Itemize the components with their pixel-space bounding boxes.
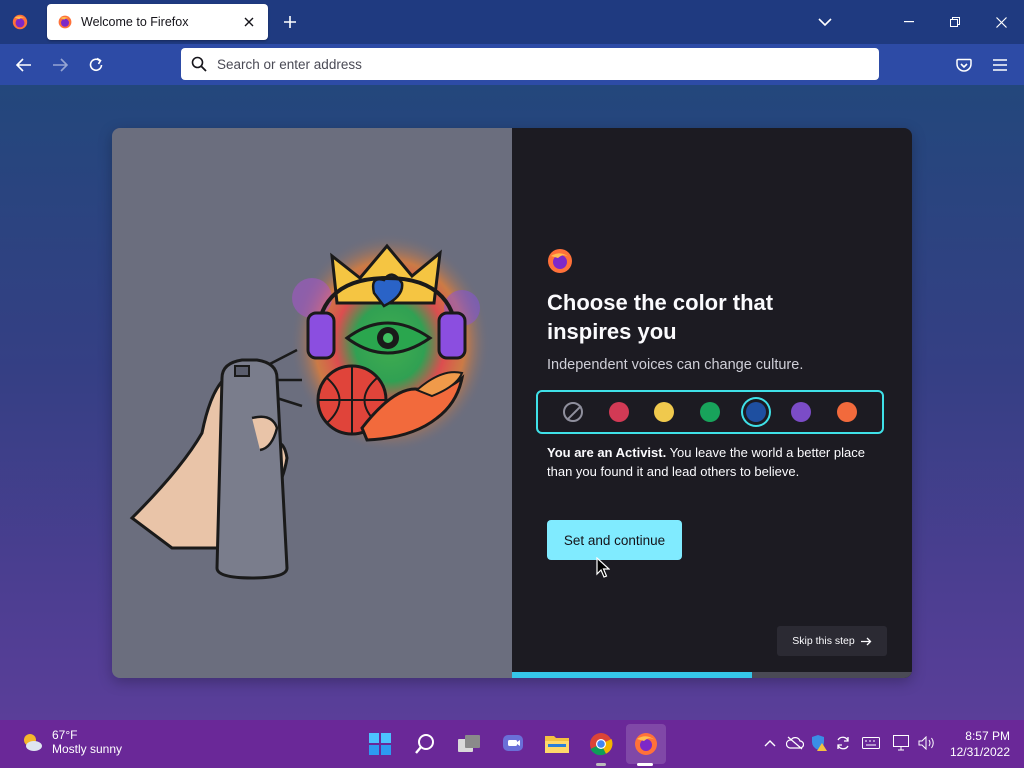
illustration-panel xyxy=(112,128,512,678)
colorway-description: You are an Activist. You leave the world… xyxy=(547,443,882,481)
navigation-bar xyxy=(0,44,1024,85)
color-swatch-group xyxy=(536,390,884,434)
address-bar[interactable] xyxy=(181,48,879,80)
chrome-icon[interactable] xyxy=(585,728,617,760)
task-view-icon[interactable] xyxy=(453,728,485,760)
swatch-red[interactable] xyxy=(608,402,629,422)
active-tab[interactable]: Welcome to Firefox xyxy=(47,4,268,40)
windows-start-icon[interactable] xyxy=(364,728,396,760)
hamburger-menu-icon[interactable] xyxy=(986,51,1014,79)
cloud-offline-icon[interactable] xyxy=(786,734,804,752)
firefox-logo-icon xyxy=(548,249,572,273)
pocket-icon[interactable] xyxy=(950,51,978,79)
firefox-favicon-icon xyxy=(58,15,72,29)
address-input[interactable] xyxy=(217,56,869,72)
sun-cloud-icon xyxy=(24,734,42,751)
reload-icon[interactable] xyxy=(82,51,110,79)
swatch-none[interactable] xyxy=(562,402,583,422)
spray-can-illustration xyxy=(129,233,490,580)
restore-icon[interactable] xyxy=(932,0,978,44)
mouse-cursor-icon xyxy=(596,557,610,578)
taskbar: 67°F Mostly sunny 8:57 PM 12/31/2022 xyxy=(0,720,1024,768)
firefox-active-indicator xyxy=(637,763,653,766)
tab-strip: Welcome to Firefox xyxy=(0,0,1024,44)
weather-temperature: 67°F xyxy=(52,728,78,742)
progress-bar xyxy=(512,672,912,678)
swatch-blue[interactable] xyxy=(745,402,766,422)
swatch-green[interactable] xyxy=(699,402,720,422)
page-title: Choose the color that inspires you xyxy=(547,290,774,344)
onboarding-card: Choose the color that inspires you Indep… xyxy=(112,128,912,678)
close-tab-icon[interactable] xyxy=(240,13,258,31)
forward-arrow-icon[interactable] xyxy=(46,51,74,79)
minimize-icon[interactable] xyxy=(886,0,932,44)
system-clock[interactable]: 8:57 PM 12/31/2022 xyxy=(944,728,1010,760)
sync-icon[interactable] xyxy=(834,734,852,752)
teams-chat-icon[interactable] xyxy=(497,728,529,760)
search-icon xyxy=(191,56,207,72)
volume-icon[interactable] xyxy=(918,734,936,752)
arrow-right-icon xyxy=(860,637,872,645)
firefox-view-icon[interactable] xyxy=(6,8,34,36)
weather-widget[interactable]: 67°F Mostly sunny xyxy=(20,728,122,756)
page-content: Choose the color that inspires you Indep… xyxy=(0,85,1024,720)
search-icon[interactable] xyxy=(409,728,441,760)
file-explorer-icon[interactable] xyxy=(541,728,573,760)
colorway-name: You are an Activist. xyxy=(547,445,667,460)
new-tab-icon[interactable] xyxy=(279,11,301,33)
swatch-orange[interactable] xyxy=(837,402,858,422)
swatch-purple[interactable] xyxy=(791,402,812,422)
page-subtitle: Independent voices can change culture. xyxy=(547,357,804,373)
network-icon[interactable] xyxy=(893,734,911,752)
set-and-continue-button[interactable]: Set and continue xyxy=(547,520,682,560)
tab-title: Welcome to Firefox xyxy=(81,15,189,29)
clock-time: 8:57 PM xyxy=(965,729,1010,743)
content-panel: Choose the color that inspires you Indep… xyxy=(512,128,912,678)
chevron-up-icon[interactable] xyxy=(761,734,779,752)
back-arrow-icon[interactable] xyxy=(10,51,38,79)
clock-date: 12/31/2022 xyxy=(949,745,1010,759)
keyboard-icon[interactable] xyxy=(862,734,880,752)
weather-condition: Mostly sunny xyxy=(52,742,123,756)
security-warning-icon[interactable] xyxy=(810,734,828,752)
chrome-running-indicator xyxy=(596,763,606,766)
close-window-icon[interactable] xyxy=(978,0,1024,44)
chevron-down-icon[interactable] xyxy=(814,12,836,32)
progress-fill xyxy=(512,672,752,678)
firefox-taskbar-icon[interactable] xyxy=(630,728,662,760)
skip-step-button[interactable]: Skip this step xyxy=(777,626,887,656)
swatch-yellow[interactable] xyxy=(654,402,675,422)
skip-step-label: Skip this step xyxy=(792,635,855,647)
